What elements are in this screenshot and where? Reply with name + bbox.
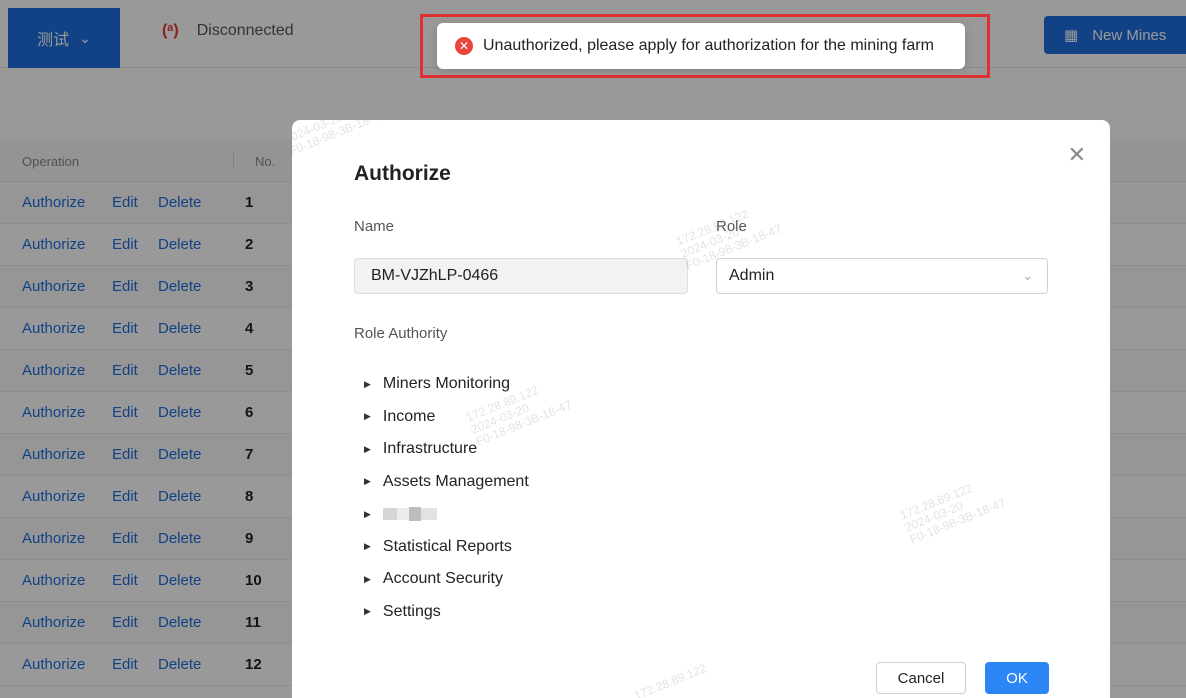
authority-tree-item[interactable]: ▶ Account Security — [364, 563, 529, 596]
authority-tree: ▶ Miners Monitoring ▶ Income ▶ Infrastructure… — [364, 368, 529, 628]
authority-tree-item[interactable]: ▶ Statistical Reports — [364, 531, 529, 564]
role-label: Role — [716, 218, 747, 235]
authority-tree-item[interactable]: ▶ Infrastructure — [364, 433, 529, 466]
caret-right-icon: ▶ — [364, 378, 371, 389]
chevron-down-icon: ⌄ — [1022, 268, 1033, 283]
caret-right-icon: ▶ — [364, 476, 371, 487]
authority-tree-item[interactable]: ▶ Assets Management — [364, 466, 529, 499]
role-authority-label: Role Authority — [354, 325, 448, 342]
authority-tree-item[interactable]: ▶ Miners Monitoring — [364, 368, 529, 401]
caret-right-icon: ▶ — [364, 573, 371, 584]
caret-right-icon: ▶ — [364, 443, 371, 454]
cancel-button[interactable]: Cancel — [876, 662, 966, 694]
authority-label: Account Security — [382, 570, 503, 588]
authority-label: Settings — [382, 602, 441, 620]
toast-message: Unauthorized, please apply for authoriza… — [483, 37, 934, 54]
authorize-dialog: ✕ Authorize Name Role BM-VJZhLP-0466 Adm… — [282, 107, 1110, 698]
name-field[interactable]: BM-VJZhLP-0466 — [354, 258, 688, 294]
authority-label: Income — [382, 407, 436, 425]
authority-tree-item[interactable]: ▶ Settings — [364, 596, 529, 629]
watermark: 172.28.89.122 — [631, 661, 709, 698]
authority-label: Statistical Reports — [382, 537, 512, 555]
authority-tree-item[interactable]: ▶ — [364, 498, 529, 531]
role-select[interactable]: Admin ⌄ — [716, 258, 1048, 294]
redacted-label — [382, 507, 437, 522]
dialog-title: Authorize — [354, 162, 451, 185]
caret-right-icon: ▶ — [364, 411, 371, 422]
error-icon: ✕ — [455, 37, 473, 55]
authority-label: Assets Management — [382, 472, 529, 490]
ok-button[interactable]: OK — [985, 662, 1049, 694]
caret-right-icon: ▶ — [364, 606, 371, 617]
caret-right-icon: ▶ — [364, 508, 371, 519]
watermark: 172.28.89.122 2024-03-20 F0-18-98-3B-18-… — [898, 480, 1008, 547]
name-label: Name — [354, 218, 395, 235]
role-select-value: Admin — [729, 267, 775, 284]
close-icon[interactable]: ✕ — [1068, 142, 1086, 168]
authority-tree-item[interactable]: ▶ Income — [364, 401, 529, 434]
error-toast: ✕ Unauthorized, please apply for authori… — [437, 23, 965, 69]
caret-right-icon: ▶ — [364, 541, 371, 552]
authority-label: Miners Monitoring — [382, 375, 511, 393]
authority-label: Infrastructure — [382, 440, 478, 458]
